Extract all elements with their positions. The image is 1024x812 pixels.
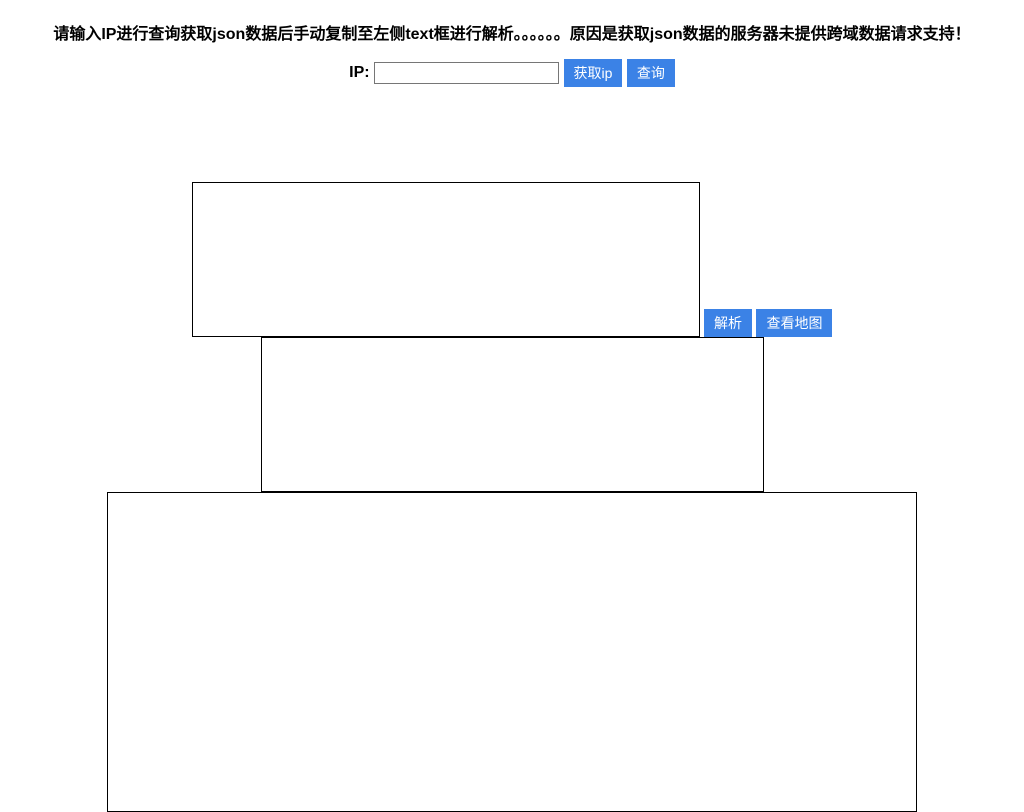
get-ip-button[interactable]: 获取ip: [564, 59, 623, 87]
result-textarea[interactable]: [261, 337, 764, 492]
map-container: [107, 492, 917, 812]
ip-input[interactable]: [374, 62, 559, 84]
instruction-text: 请输入IP进行查询获取json数据后手动复制至左侧text框进行解析。。。。。。…: [0, 0, 1024, 54]
view-map-button[interactable]: 查看地图: [756, 309, 832, 337]
middle-area: 解析 查看地图: [0, 182, 1024, 812]
query-button[interactable]: 查询: [627, 59, 675, 87]
ip-query-row: IP: 获取ip 查询: [0, 54, 1024, 102]
json-input-textarea[interactable]: [192, 182, 700, 337]
ip-label: IP:: [349, 64, 369, 81]
parse-button[interactable]: 解析: [704, 309, 752, 337]
